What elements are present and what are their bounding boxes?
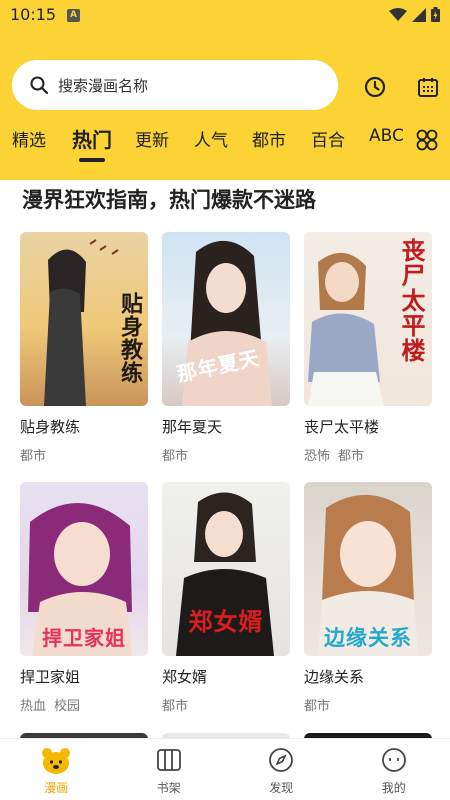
comic-tag: 都市	[162, 449, 189, 464]
comic-title: 贴身教练	[20, 418, 81, 436]
search-icon	[30, 76, 48, 94]
nav-label: 发现	[269, 781, 294, 795]
nav-label: 漫画	[44, 781, 69, 795]
compass-icon	[269, 748, 294, 772]
nav-profile[interactable]: 我的	[338, 739, 450, 800]
comic-card[interactable]: 丧尸太平楼 丧尸太平楼 恐怖 都市	[304, 232, 432, 464]
battery-icon	[431, 7, 440, 22]
comic-tags: 都市	[162, 695, 188, 714]
tab-renqi[interactable]: 人气	[194, 126, 228, 151]
category-tabs: 精选 热门 更新 人气 都市 百合 ABC	[0, 120, 450, 170]
comic-tags: 都市	[304, 695, 330, 714]
comic-title: 捍卫家姐	[20, 668, 81, 686]
history-clock-icon[interactable]	[363, 75, 387, 99]
comic-tag: 都市	[338, 449, 365, 464]
comic-cover: 那年夏天	[162, 232, 290, 406]
comic-cover: 郑女婿	[162, 482, 290, 656]
comic-tag: 都市	[162, 699, 189, 714]
comic-cover: 边缘关系	[304, 482, 432, 656]
search-placeholder: 搜索漫画名称	[58, 76, 149, 95]
comic-card[interactable]: 那年夏天 那年夏天 都市	[162, 232, 290, 464]
category-grid-icon[interactable]	[415, 128, 439, 152]
cover-title-text: 贴身教练	[117, 292, 142, 384]
comic-card[interactable]: 贴身教练 贴身教练 都市	[20, 232, 148, 464]
signal-icon	[412, 7, 426, 22]
tab-jingxuan[interactable]: 精选	[12, 126, 46, 151]
comic-bear-icon	[42, 748, 71, 774]
comic-tags: 热血 校园	[20, 695, 80, 714]
status-icons	[389, 7, 440, 22]
tab-gengxin[interactable]: 更新	[135, 126, 169, 151]
comic-card[interactable]: 郑女婿 郑女婿 都市	[162, 482, 290, 714]
comic-tags: 都市	[162, 445, 188, 464]
active-tab-indicator	[79, 158, 105, 162]
notification-a-icon: A	[67, 9, 80, 22]
status-bar: 10:15 A	[0, 0, 450, 32]
nav-label: 我的	[381, 781, 406, 795]
tab-remen[interactable]: 热门	[72, 124, 112, 153]
comic-title: 那年夏天	[162, 418, 223, 436]
comic-tag: 都市	[20, 449, 47, 464]
comic-tag: 恐怖	[304, 449, 331, 464]
comic-title: 丧尸太平楼	[304, 418, 380, 436]
nav-comics[interactable]: 漫画	[0, 739, 113, 800]
tab-dushi[interactable]: 都市	[252, 126, 286, 151]
comic-card[interactable]: 捍卫家姐 捍卫家姐 热血 校园	[20, 482, 148, 714]
comic-tag: 都市	[304, 699, 331, 714]
section-title: 漫界狂欢指南，热门爆款不迷路	[22, 188, 316, 212]
nav-discover[interactable]: 发现	[225, 739, 338, 800]
status-time: 10:15	[10, 5, 57, 24]
comic-title: 边缘关系	[304, 668, 365, 686]
comic-tag: 校园	[54, 699, 81, 714]
nav-label: 书架	[156, 781, 181, 795]
nav-bookshelf[interactable]: 书架	[113, 739, 226, 800]
tab-baihe[interactable]: 百合	[311, 126, 345, 151]
bottom-navigation: 漫画 书架 发现 我的	[0, 738, 450, 800]
comic-tags: 都市	[20, 445, 46, 464]
cover-title-text: 边缘关系	[324, 626, 412, 650]
comic-tag: 热血	[20, 699, 47, 714]
bookshelf-icon	[156, 749, 181, 771]
profile-face-icon	[381, 748, 406, 772]
tab-abc[interactable]: ABC	[369, 126, 404, 146]
top-header: 10:15 A 搜索漫画名称 精选 热门 更新 人气 都市 百合 ABC	[0, 0, 450, 180]
wifi-icon	[389, 7, 407, 21]
cover-title-text: 丧尸太平楼	[397, 238, 425, 363]
calendar-icon[interactable]	[416, 75, 440, 99]
comic-tags: 恐怖 都市	[304, 445, 364, 464]
comic-cover: 丧尸太平楼	[304, 232, 432, 406]
comic-card[interactable]: 边缘关系 边缘关系 都市	[304, 482, 432, 714]
cover-title-text: 捍卫家姐	[42, 626, 126, 650]
search-bar[interactable]: 搜索漫画名称	[12, 60, 338, 110]
cover-title-text: 郑女婿	[188, 608, 264, 636]
comic-cover: 捍卫家姐	[20, 482, 148, 656]
comic-title: 郑女婿	[162, 668, 208, 686]
comic-cover: 贴身教练	[20, 232, 148, 406]
